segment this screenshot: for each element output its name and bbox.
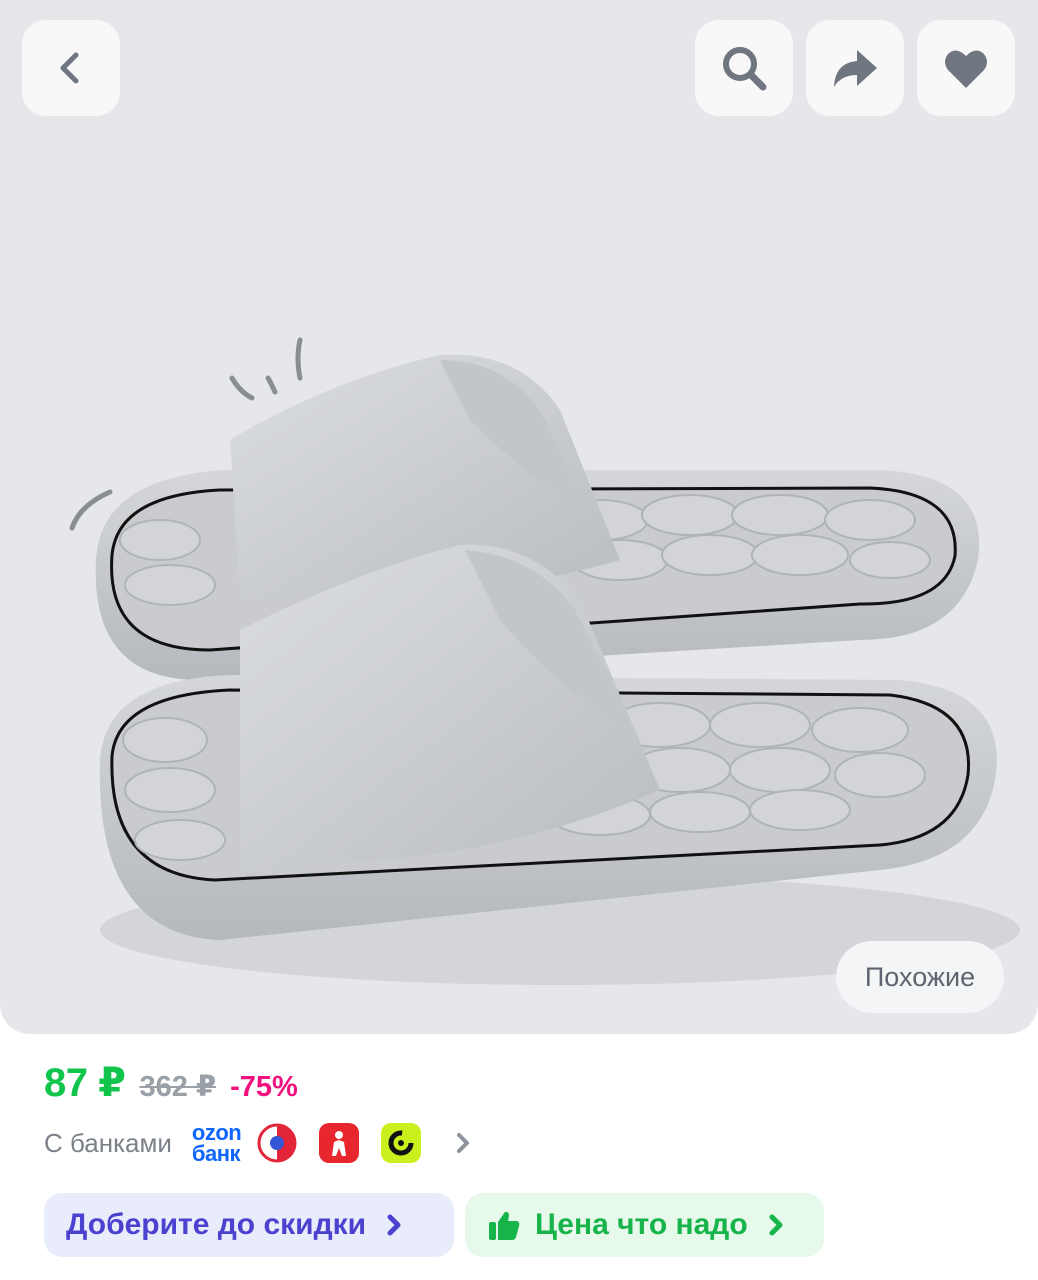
search-icon (723, 47, 767, 91)
banks-label: С банками (44, 1127, 172, 1158)
yandex-pay-icon (381, 1123, 422, 1163)
product-image[interactable]: Похожие (0, 0, 1038, 1034)
back-button[interactable] (22, 20, 120, 116)
ozon-bank-logo: ozon банк (191, 1120, 242, 1166)
similar-button[interactable]: Похожие (836, 941, 1004, 1013)
sovcom-bank-icon (319, 1123, 360, 1163)
add-to-discount-button[interactable]: Доберите до скидки (44, 1193, 454, 1257)
share-icon (834, 50, 877, 87)
search-button[interactable] (695, 20, 793, 116)
good-price-button[interactable]: Цена что надо (465, 1193, 824, 1257)
share-button[interactable] (806, 20, 904, 116)
favorite-button[interactable] (917, 20, 1015, 116)
thumbs-up-icon (489, 1211, 520, 1240)
ozon-logo-line1: ozon (191, 1120, 242, 1145)
ozon-logo-line2: банк (191, 1141, 241, 1166)
chevron-right-icon (387, 1214, 401, 1236)
sbp-bank-icon (257, 1123, 297, 1163)
heart-icon (945, 50, 987, 88)
chevron-right-icon (769, 1214, 783, 1236)
price-discount: -75% (230, 1071, 298, 1103)
product-photo (69, 337, 1020, 985)
similar-label: Похожие (864, 961, 976, 992)
chevron-right-icon[interactable] (453, 1131, 473, 1155)
banks-row[interactable]: С банками ozon банк (44, 1118, 473, 1168)
good-price-label: Цена что надо (535, 1208, 748, 1241)
price-old: 362 ₽ (139, 1071, 217, 1103)
price-current: 87 ₽ (44, 1061, 126, 1105)
price-row: 87 ₽ 362 ₽ -75% (44, 1060, 298, 1106)
add-to-discount-label: Доберите до скидки (66, 1208, 367, 1241)
back-icon (60, 52, 79, 84)
